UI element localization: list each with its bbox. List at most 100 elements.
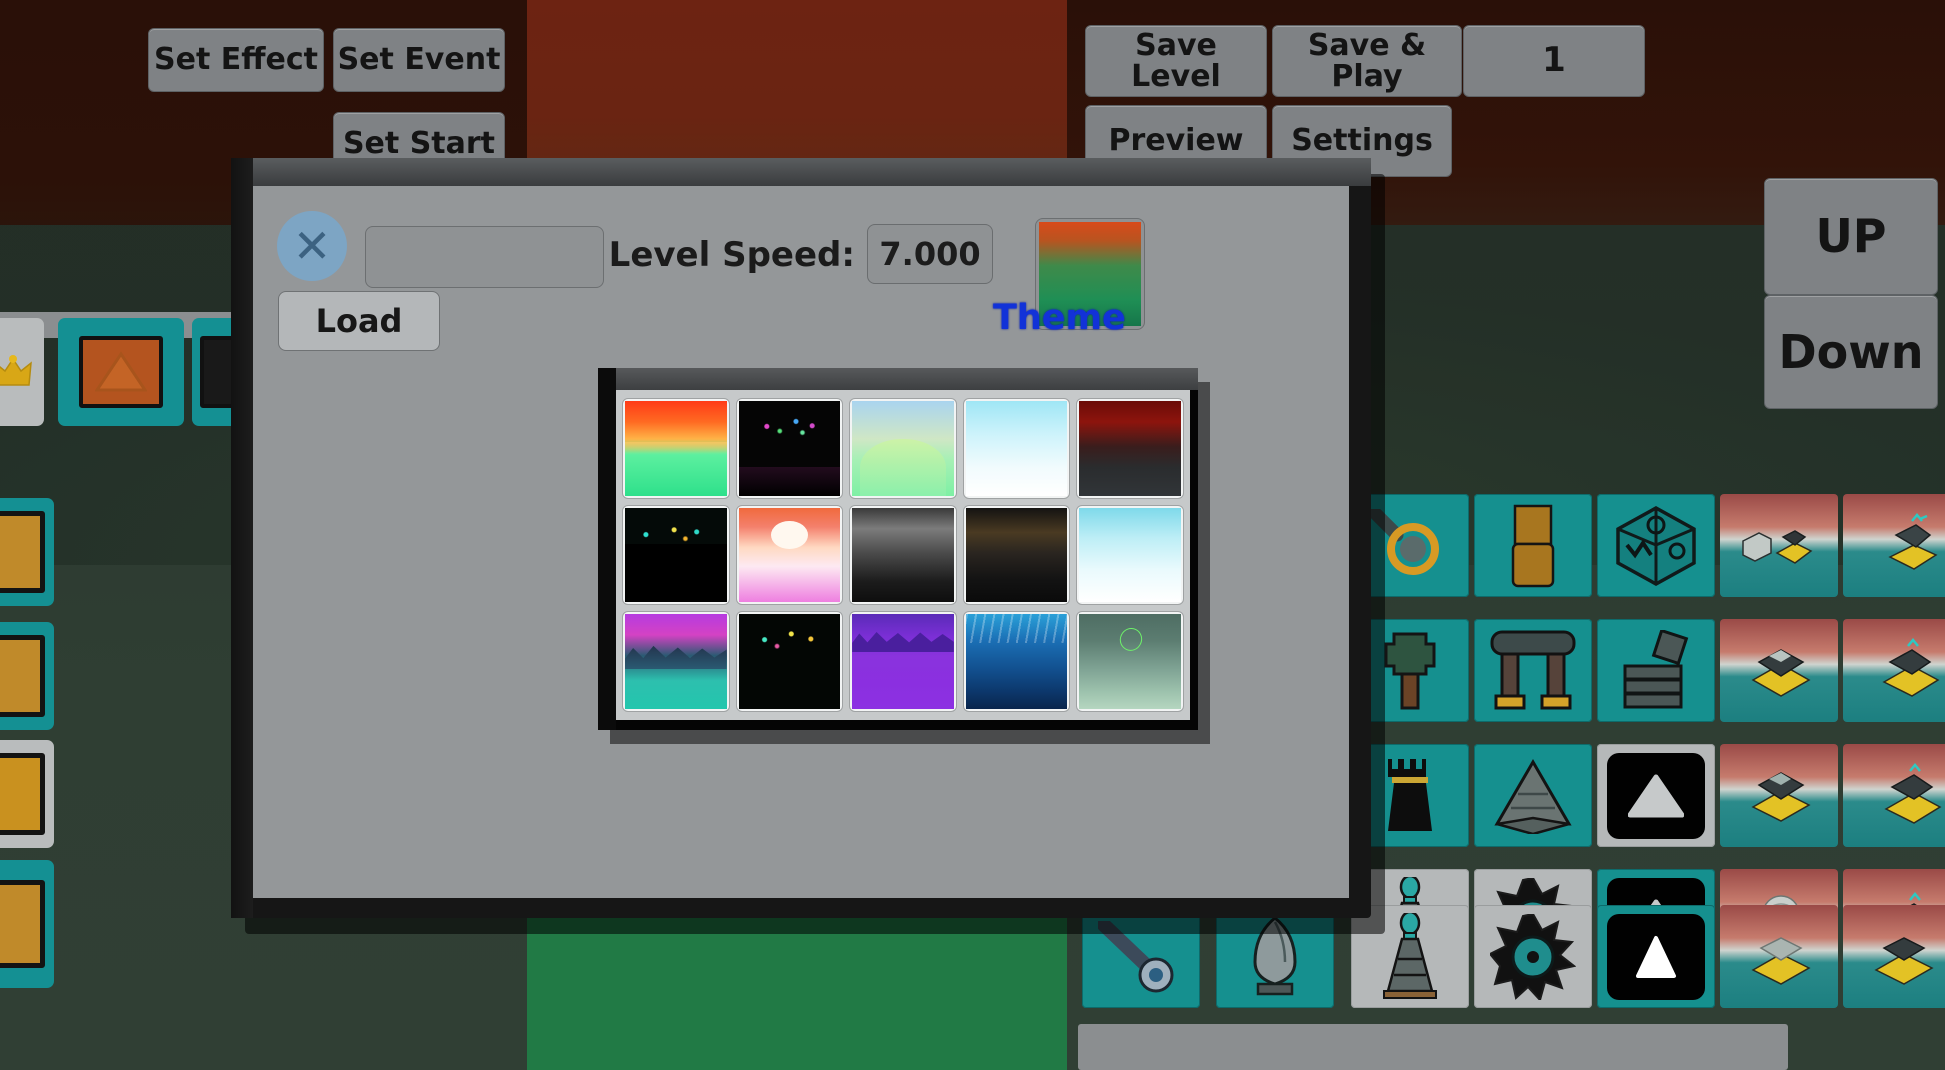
app-root: Set Effect Set Event Set Start Save Leve… <box>0 0 1945 1070</box>
left-palette-item-slope[interactable] <box>0 498 54 606</box>
pillar-icon <box>1511 504 1555 587</box>
obelisk-2-icon <box>1383 912 1437 999</box>
spike-black-icon <box>1607 752 1705 839</box>
settings-dialog-titlebar <box>231 158 1371 186</box>
theme-thumbnail-icon <box>738 614 841 709</box>
theme-option[interactable] <box>622 611 730 712</box>
theme-thumbnail-icon <box>625 614 727 709</box>
arrow-tile-icon <box>0 753 45 835</box>
load-button[interactable]: Load <box>278 291 440 351</box>
theme-option[interactable] <box>1076 504 1184 606</box>
save-level-line2: Level <box>1131 59 1221 94</box>
theme-picker-dialog <box>598 368 1198 730</box>
left-palette-item-arrow-2[interactable] <box>0 860 54 988</box>
move-down-button[interactable]: Down <box>1764 295 1938 409</box>
palette-item-scene-1[interactable] <box>1720 494 1838 597</box>
level-name-input[interactable] <box>365 226 604 288</box>
theme-option[interactable] <box>735 398 844 499</box>
palette-item-cube-portal[interactable] <box>1597 494 1715 597</box>
save-level-line1: Save <box>1135 27 1217 63</box>
save-play-line1: Save & <box>1307 27 1427 63</box>
move-up-button[interactable]: UP <box>1764 178 1938 295</box>
level-speed-input[interactable]: 7.000 <box>867 224 993 284</box>
theme-option[interactable] <box>1076 611 1184 712</box>
arrow-tile-2-icon <box>0 880 45 968</box>
bottom-scroll-strip[interactable] <box>1078 1024 1788 1070</box>
sawblade-2-icon <box>1490 913 1576 1000</box>
palette-item-arch[interactable] <box>1474 619 1592 722</box>
triangle-block-icon <box>79 335 163 409</box>
left-palette-item-arrow[interactable] <box>0 740 54 848</box>
scene-thumb-1-icon <box>1742 529 1813 564</box>
save-level-button[interactable]: Save Level <box>1085 25 1267 97</box>
settings-dialog-left-bevel <box>231 158 253 918</box>
palette-item-sawblade-2[interactable] <box>1474 905 1592 1008</box>
theme-grid <box>616 390 1190 720</box>
theme-option[interactable] <box>1076 398 1184 499</box>
theme-thumbnail-icon <box>965 614 1068 709</box>
theme-option[interactable] <box>849 398 957 499</box>
theme-option[interactable] <box>962 398 1071 499</box>
theme-option[interactable] <box>622 398 730 499</box>
close-button[interactable]: ✕ <box>277 211 347 281</box>
theme-option[interactable] <box>962 611 1071 712</box>
set-event-button[interactable]: Set Event <box>333 28 505 92</box>
set-effect-button[interactable]: Set Effect <box>148 28 324 92</box>
theme-thumbnail-icon <box>852 614 954 709</box>
palette-item-pyramid[interactable] <box>1474 744 1592 847</box>
pyramid-icon <box>1494 758 1572 834</box>
palette-item-stacked-plates[interactable] <box>1597 619 1715 722</box>
palette-item-capsule[interactable] <box>1216 905 1334 1008</box>
background-green-panel <box>527 905 1067 1070</box>
cube-portal-icon <box>1616 505 1696 586</box>
theme-thumbnail-icon <box>852 507 954 603</box>
palette-item-pillar[interactable] <box>1474 494 1592 597</box>
settings-dialog: ✕ Level Speed: 7.000 Theme Load <box>231 158 1371 918</box>
palette-item-scene-2[interactable] <box>1843 494 1945 597</box>
palette-item-obelisk-2[interactable] <box>1351 905 1469 1008</box>
left-palette-item-triangle-block[interactable] <box>58 318 184 426</box>
theme-thumbnail-icon <box>1079 614 1181 709</box>
palette-item-spike-black-3[interactable] <box>1597 905 1715 1008</box>
palette-item-scene-9[interactable] <box>1720 905 1838 1008</box>
palette-item-scene-6[interactable] <box>1843 744 1945 847</box>
close-icon: ✕ <box>292 219 332 273</box>
level-number-field[interactable]: 1 <box>1463 25 1645 97</box>
theme-option[interactable] <box>735 504 844 606</box>
scene-thumb-9-icon <box>1751 936 1811 985</box>
theme-option[interactable] <box>735 611 844 712</box>
save-and-play-button[interactable]: Save & Play <box>1272 25 1462 97</box>
theme-option[interactable] <box>622 504 730 606</box>
theme-thumbnail-icon <box>625 401 727 496</box>
stacked-plates-icon <box>1623 629 1689 708</box>
theme-picker-titlebar <box>598 368 1198 390</box>
palette-item-scene-5[interactable] <box>1720 744 1838 847</box>
palette-item-pendulum[interactable] <box>1082 905 1200 1008</box>
scene-thumb-10-icon <box>1874 936 1934 985</box>
theme-option[interactable] <box>962 504 1071 606</box>
tree-icon <box>1384 632 1436 709</box>
theme-picker-left-bevel <box>598 368 616 730</box>
scene-thumb-6-icon <box>1884 762 1942 824</box>
crown-icon <box>0 355 32 386</box>
theme-option[interactable] <box>849 611 957 712</box>
spike-black-3-icon <box>1607 913 1705 1000</box>
left-palette-item-switch[interactable] <box>0 622 54 730</box>
palette-item-scene-3[interactable] <box>1720 619 1838 722</box>
switch-tile-icon <box>0 635 45 717</box>
triangle-glyph-icon <box>95 351 147 392</box>
palette-item-spike-black[interactable] <box>1597 744 1715 847</box>
scene-thumb-3-icon <box>1751 648 1811 697</box>
palette-item-scene-10[interactable] <box>1843 905 1945 1008</box>
theme-thumbnail-icon <box>852 401 954 496</box>
theme-option[interactable] <box>849 504 957 606</box>
theme-thumbnail-icon <box>625 507 727 603</box>
theme-thumbnail-icon <box>1079 507 1181 603</box>
level-speed-label: Level Speed: <box>608 235 855 275</box>
pendulum-icon <box>1098 920 1174 992</box>
theme-thumbnail-icon <box>965 401 1068 496</box>
palette-item-scene-4[interactable] <box>1843 619 1945 722</box>
theme-thumbnail-icon <box>738 507 841 603</box>
left-palette-item-crown[interactable] <box>0 318 44 426</box>
theme-thumbnail-icon <box>1079 401 1181 496</box>
